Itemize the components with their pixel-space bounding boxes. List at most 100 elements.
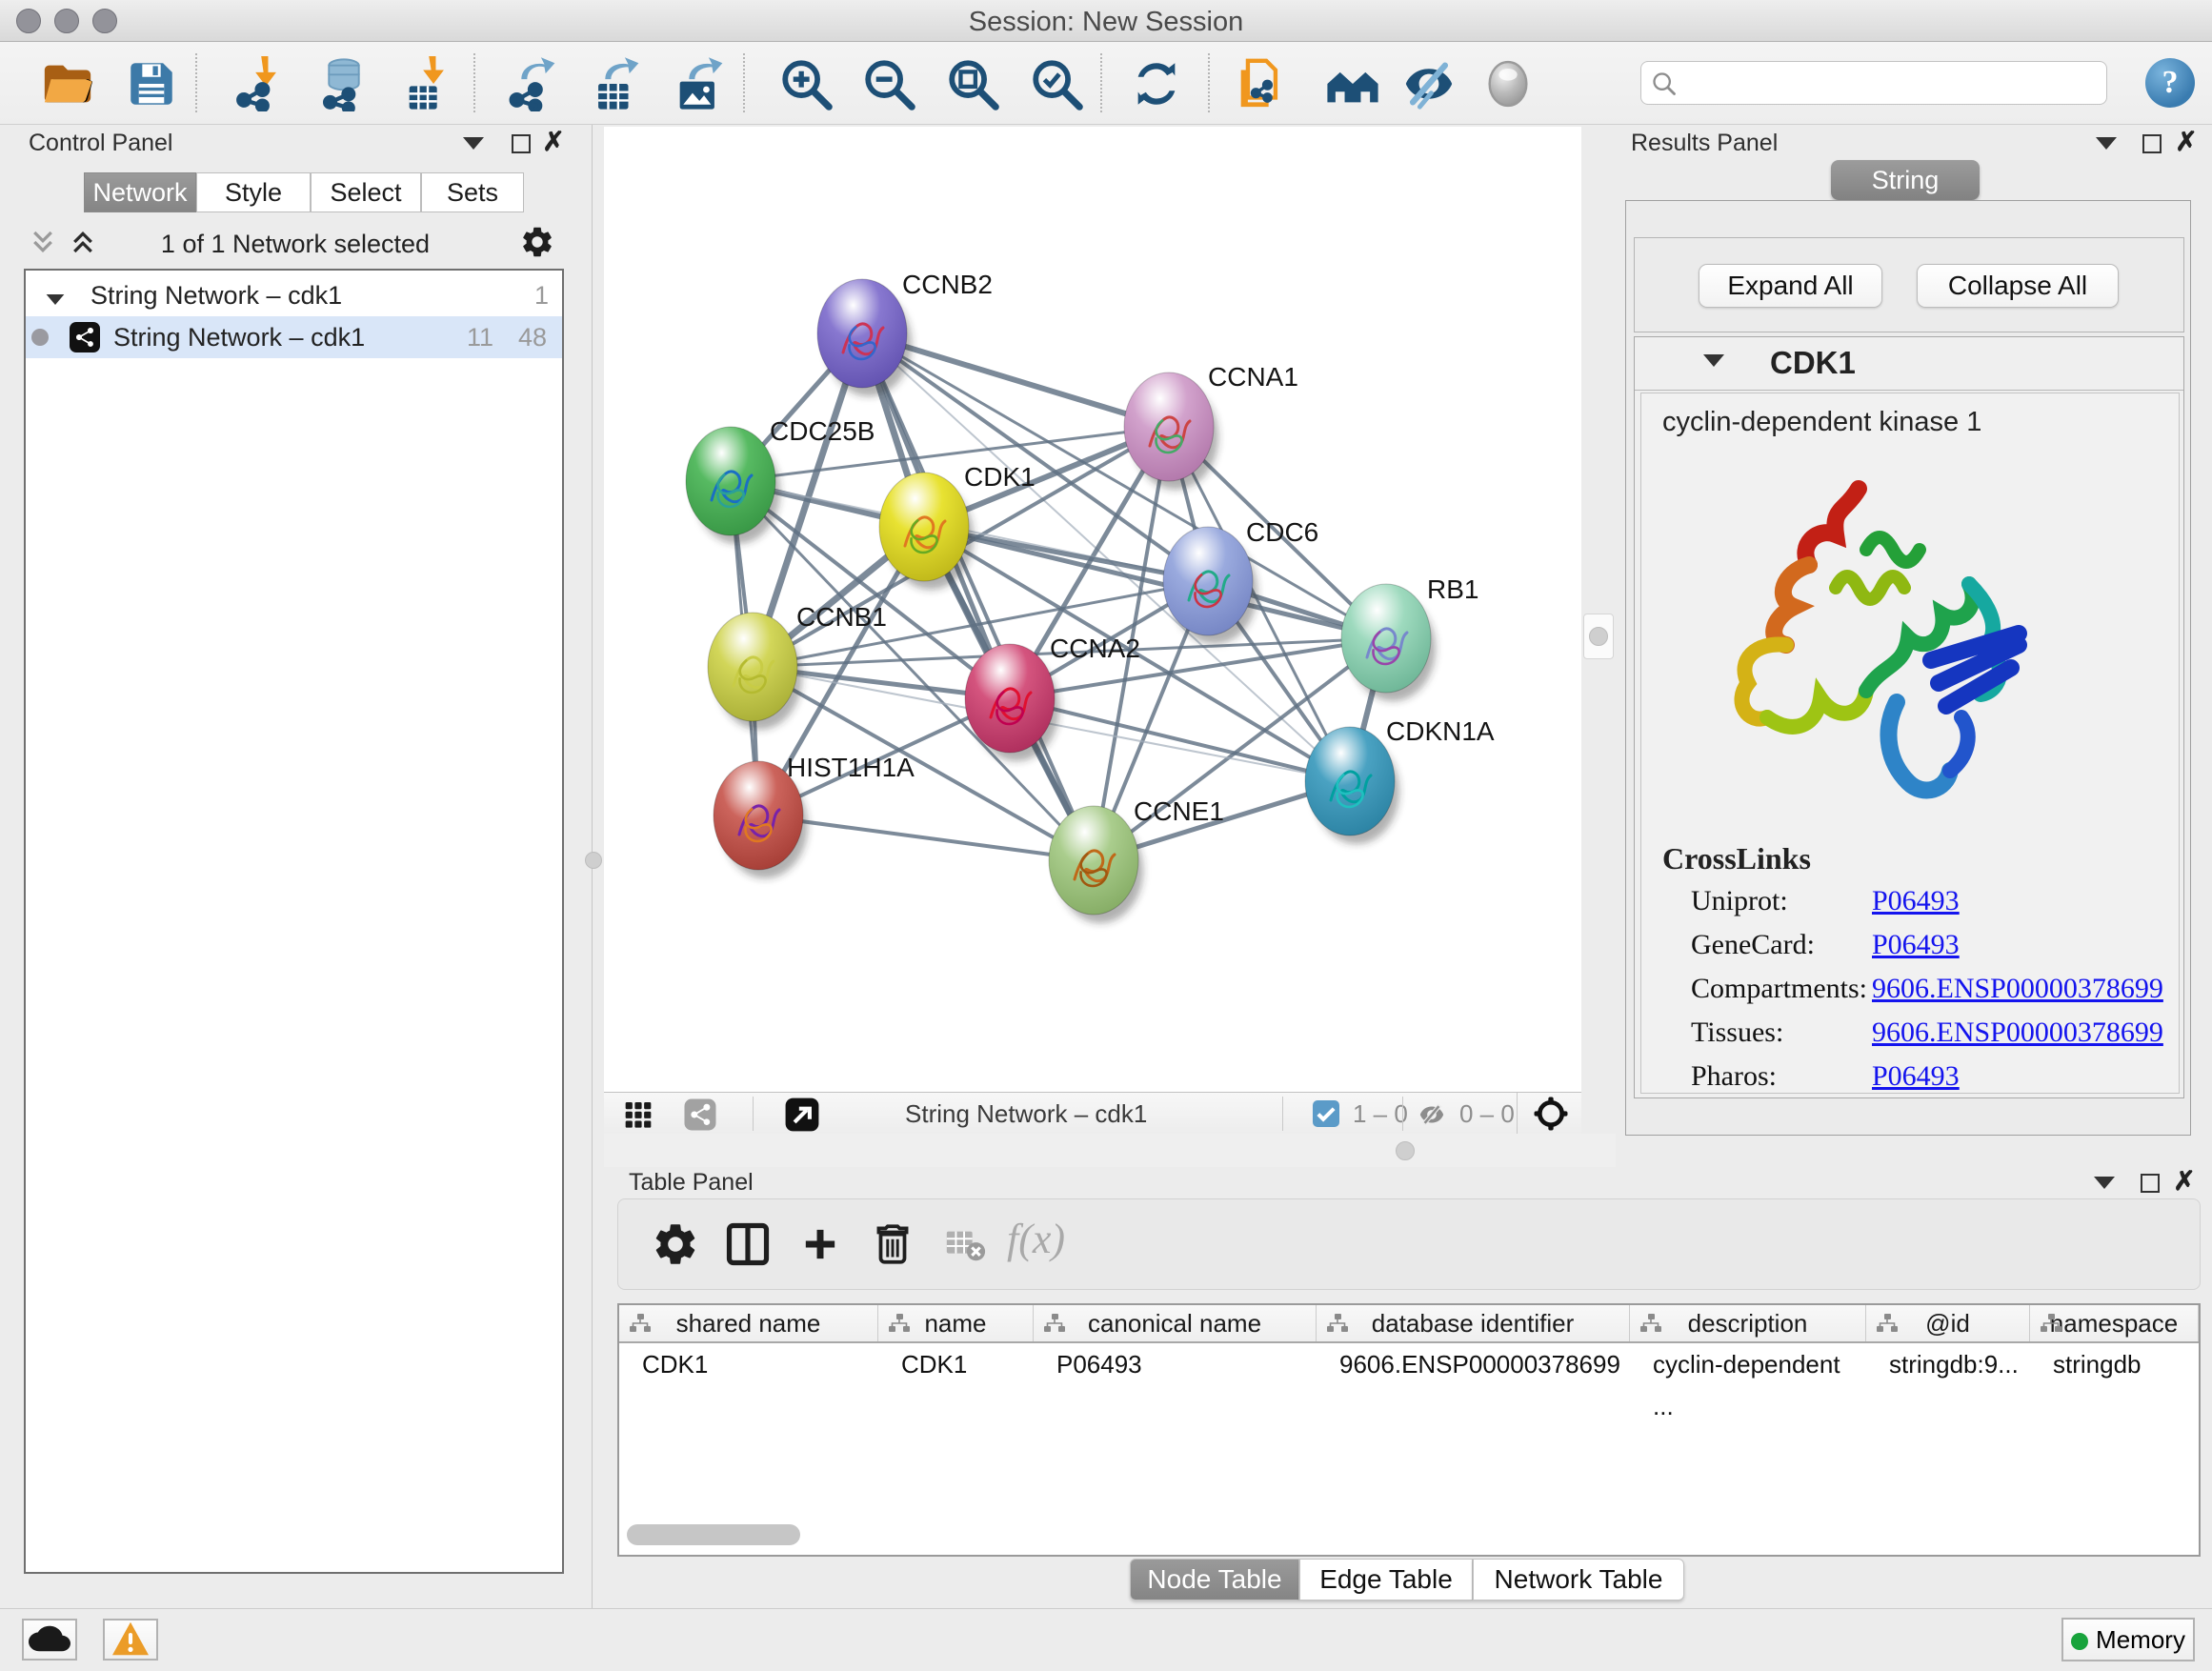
hide-results-button[interactable] [1401, 56, 1457, 111]
zoom-in-button[interactable] [778, 56, 834, 111]
left-splitter-handle[interactable] [585, 852, 602, 869]
column-header[interactable]: @id [1866, 1305, 2030, 1341]
network-node-CDC6[interactable] [1163, 527, 1253, 635]
expand-all-networks-button[interactable] [69, 228, 97, 252]
column-header[interactable]: namespace [2030, 1305, 2199, 1341]
show-columns-button[interactable] [721, 1218, 774, 1272]
delete-table-button[interactable] [938, 1218, 992, 1272]
tab-network-table[interactable]: Network Table [1473, 1559, 1684, 1601]
selected-count: 1 – 0 [1353, 1099, 1408, 1129]
tab-style[interactable]: Style [196, 172, 311, 212]
horizontal-scrollbar[interactable] [627, 1524, 800, 1545]
zoom-fit-button[interactable] [945, 56, 1000, 111]
network-node-RB1[interactable] [1341, 584, 1431, 693]
warnings-button[interactable] [103, 1619, 158, 1661]
panel-float-button[interactable] [2136, 1172, 2164, 1197]
gene-header[interactable]: CDK1 [1635, 337, 2183, 391]
panel-menu-button[interactable] [2092, 132, 2121, 157]
crosslink-value-link[interactable]: 9606.ENSP00000378699 [1872, 973, 2163, 1005]
network-share-view-button[interactable] [682, 1097, 718, 1132]
column-header[interactable]: shared name [619, 1305, 878, 1341]
right-splitter[interactable] [1583, 614, 1614, 659]
table-cell[interactable]: stringdb [2030, 1343, 2176, 1385]
selected-checkbox[interactable] [1313, 1100, 1339, 1127]
home-networks-button[interactable] [1325, 56, 1380, 111]
netbar-separator [1282, 1097, 1283, 1131]
network-node-CCNB1[interactable] [708, 613, 797, 721]
network-status-dot [31, 329, 49, 346]
panel-close-button[interactable]: ✗ [2172, 130, 2201, 154]
search-input[interactable] [1685, 66, 2095, 100]
memory-button[interactable]: Memory [2061, 1618, 2195, 1661]
collapse-all-button[interactable]: Collapse All [1917, 264, 2119, 308]
panel-float-button[interactable] [2138, 132, 2166, 157]
table-cell[interactable]: cyclin-dependent ... [1630, 1343, 1843, 1385]
tab-network[interactable]: Network [84, 172, 196, 212]
column-header[interactable]: description [1630, 1305, 1866, 1341]
delete-column-button[interactable] [866, 1218, 919, 1272]
function-builder-button[interactable]: f(x) [1007, 1215, 1065, 1263]
presentation-mode-button[interactable] [1480, 56, 1536, 111]
network-graph[interactable]: CCNB2CCNA1CDC25BCDK1CDC6RB1CCNB1CCNA2CDK… [604, 127, 1581, 1092]
import-network-file-button[interactable] [232, 56, 288, 111]
show-grid-button[interactable] [621, 1098, 655, 1129]
table-cell[interactable]: CDK1 [878, 1343, 1011, 1385]
column-header[interactable]: canonical name [1034, 1305, 1317, 1341]
network-node-CCNA1[interactable] [1124, 372, 1214, 481]
horizontal-splitter-handle[interactable] [1396, 1141, 1415, 1160]
network-row[interactable]: String Network – cdk1 11 48 [26, 316, 562, 358]
network-node-CDK1[interactable] [879, 473, 969, 581]
open-session-button[interactable] [40, 56, 95, 111]
gene-details: cyclin-dependent kinase 1 [1640, 393, 2180, 1094]
apply-layout-button[interactable] [1129, 56, 1184, 111]
zoom-selected-button[interactable] [1029, 56, 1084, 111]
zoom-out-button[interactable] [861, 56, 916, 111]
network-node-CCNB2[interactable] [817, 279, 907, 388]
gear-icon [519, 224, 555, 260]
network-collection-row[interactable]: String Network – cdk1 1 [26, 274, 562, 316]
export-network-to-web-button[interactable] [1232, 56, 1287, 111]
crosslink-value-link[interactable]: P06493 [1872, 929, 1960, 961]
collapse-all-networks-button[interactable] [29, 228, 57, 252]
crosslink-value-link[interactable]: 9606.ENSP00000378699 [1872, 1017, 2163, 1049]
crosslink-value-link[interactable]: P06493 [1872, 1060, 1960, 1093]
table-cell[interactable]: stringdb:9... [1866, 1343, 2007, 1385]
import-table-button[interactable] [400, 56, 455, 111]
import-network-database-button[interactable] [316, 56, 372, 111]
table-options-gear-button[interactable] [649, 1218, 702, 1272]
navigator-button[interactable] [1530, 1095, 1572, 1133]
panel-menu-button[interactable] [2090, 1172, 2119, 1197]
table-cell[interactable]: CDK1 [619, 1343, 855, 1385]
tab-string[interactable]: String [1831, 160, 1980, 200]
birds-eye-view-button[interactable] [783, 1097, 821, 1133]
network-options-gear-button[interactable] [518, 224, 556, 262]
column-header[interactable]: name [878, 1305, 1034, 1341]
table-cell[interactable]: P06493 [1034, 1343, 1294, 1385]
table-cell[interactable]: 9606.ENSP00000378699 [1317, 1343, 1607, 1385]
tab-edge-table[interactable]: Edge Table [1299, 1559, 1473, 1601]
network-node-CCNA2[interactable] [965, 644, 1055, 753]
help-button[interactable]: ? [2145, 58, 2195, 108]
cloud-button[interactable] [22, 1619, 77, 1661]
expand-all-button[interactable]: Expand All [1699, 264, 1882, 308]
tab-sets[interactable]: Sets [421, 172, 524, 212]
right-splitter-handle[interactable] [1589, 627, 1608, 646]
export-image-button[interactable] [671, 56, 726, 111]
window-title: Session: New Session [0, 7, 2212, 38]
network-node-CDC25B[interactable] [686, 427, 775, 535]
crosslink-value-link[interactable]: P06493 [1872, 885, 1960, 917]
panel-close-button[interactable]: ✗ [2170, 1169, 2199, 1194]
save-session-button[interactable] [124, 56, 179, 111]
panel-menu-button[interactable] [459, 132, 488, 157]
column-header[interactable]: database identifier [1317, 1305, 1630, 1341]
tab-select[interactable]: Select [311, 172, 421, 212]
add-column-button[interactable] [794, 1218, 847, 1272]
network-node-CDKN1A[interactable] [1305, 727, 1395, 836]
panel-float-button[interactable] [507, 132, 535, 157]
network-node-CCNE1[interactable] [1049, 806, 1138, 915]
export-table-button[interactable] [587, 56, 642, 111]
export-network-button[interactable] [503, 56, 558, 111]
panel-close-button[interactable]: ✗ [539, 130, 568, 154]
network-canvas[interactable]: CCNB2CCNA1CDC25BCDK1CDC6RB1CCNB1CCNA2CDK… [604, 127, 1581, 1092]
tab-node-table[interactable]: Node Table [1130, 1559, 1299, 1601]
